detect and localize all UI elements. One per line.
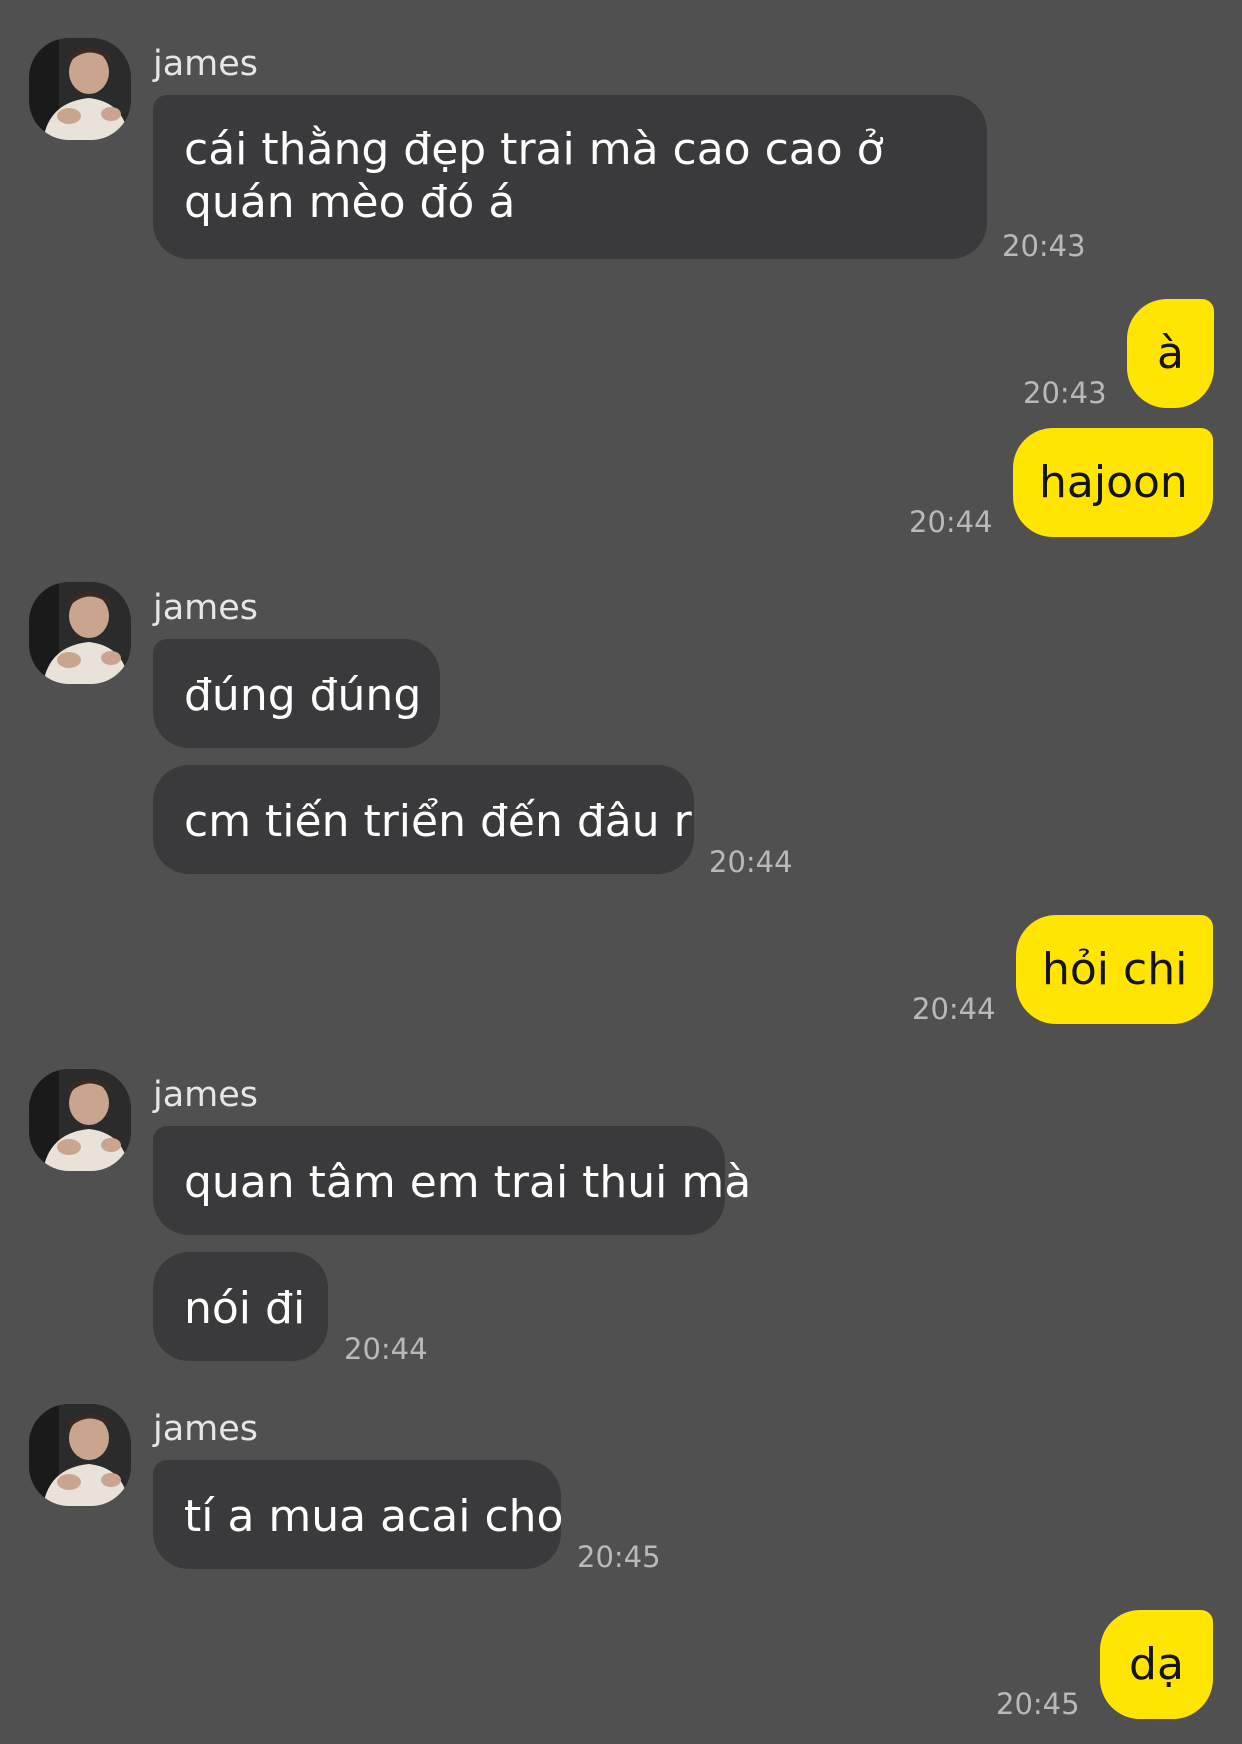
avatar[interactable]: [29, 1404, 131, 1506]
outgoing-message-bubble[interactable]: hỏi chi: [1016, 915, 1213, 1024]
message-timestamp: 20:44: [344, 1332, 428, 1366]
incoming-message-bubble[interactable]: tí a mua acai cho: [153, 1460, 563, 1569]
message-timestamp: 20:44: [912, 992, 996, 1026]
outgoing-message-bubble[interactable]: à: [1127, 299, 1214, 408]
sender-name: james: [153, 44, 259, 84]
outgoing-message-bubble[interactable]: dạ: [1100, 1610, 1213, 1719]
outgoing-message-bubble[interactable]: hajoon: [1013, 428, 1213, 537]
incoming-message-bubble[interactable]: cm tiến triển đến đâu r: [153, 765, 694, 874]
incoming-message-bubble[interactable]: cái thằng đẹp trai mà cao cao ở quán mèo…: [153, 95, 987, 259]
sender-name: james: [153, 588, 259, 628]
avatar[interactable]: [29, 38, 131, 140]
avatar[interactable]: [29, 1069, 131, 1171]
incoming-message-bubble[interactable]: quan tâm em trai thui mà: [153, 1126, 751, 1235]
sender-name: james: [153, 1075, 259, 1115]
message-timestamp: 20:45: [996, 1687, 1080, 1721]
sender-name: james: [153, 1409, 259, 1449]
message-timestamp: 20:44: [909, 505, 993, 539]
incoming-message-bubble[interactable]: nói đi: [153, 1252, 328, 1361]
avatar[interactable]: [29, 582, 131, 684]
message-timestamp: 20:45: [577, 1540, 661, 1574]
message-timestamp: 20:44: [709, 845, 793, 879]
message-timestamp: 20:43: [1023, 376, 1107, 410]
message-timestamp: 20:43: [1002, 229, 1086, 263]
incoming-message-bubble[interactable]: đúng đúng: [153, 639, 440, 748]
